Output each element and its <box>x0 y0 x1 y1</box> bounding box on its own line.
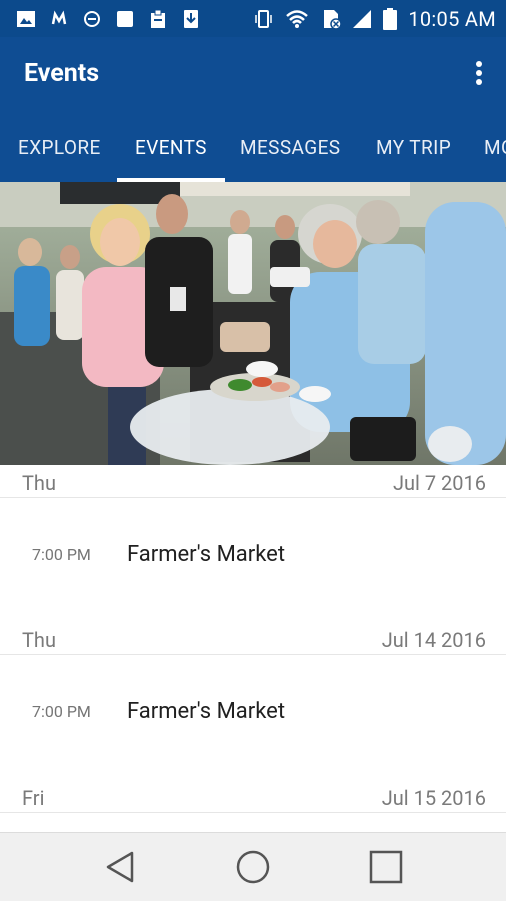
image-icon <box>17 10 35 27</box>
tab-more[interactable]: MO <box>484 114 506 182</box>
event-time: 7:00 PM <box>32 545 91 564</box>
more-vert-icon[interactable] <box>474 61 484 91</box>
navigation-bar <box>0 832 506 901</box>
back-icon[interactable] <box>100 847 140 887</box>
page-title: Events <box>24 59 100 88</box>
date-header-day: Thu <box>22 471 56 495</box>
download-icon <box>184 9 198 28</box>
wifi-icon <box>286 9 309 28</box>
status-bar: 10:05 AM <box>0 0 506 37</box>
hero-image <box>0 182 506 465</box>
vibrate-icon <box>255 9 273 28</box>
tab-my-trip[interactable]: MY TRIP <box>376 114 451 182</box>
recents-icon[interactable] <box>366 847 406 887</box>
date-header: Fri Jul 15 2016 <box>0 780 506 814</box>
date-header: Thu Jul 7 2016 <box>0 465 506 499</box>
date-header-date: Jul 14 2016 <box>381 628 486 652</box>
event-row[interactable]: 7:00 PM Farmer's Market <box>0 498 506 622</box>
clock: 10:05 AM <box>408 6 496 31</box>
date-header-day: Fri <box>22 786 45 810</box>
tab-explore[interactable]: EXPLORE <box>18 114 101 182</box>
record-icon <box>84 10 100 27</box>
date-header: Thu Jul 14 2016 <box>0 622 506 656</box>
square-icon <box>117 10 133 27</box>
app-bar: Events <box>0 37 506 114</box>
m-icon <box>51 9 67 24</box>
date-header-date: Jul 15 2016 <box>381 786 486 810</box>
home-icon[interactable] <box>233 847 273 887</box>
event-row[interactable]: 7:00 PM Farmer's Market <box>0 655 506 779</box>
divider <box>0 812 506 813</box>
farmers-market-photo <box>0 182 506 465</box>
notification-icons <box>0 9 201 29</box>
date-header-date: Jul 7 2016 <box>392 471 486 495</box>
sim-icon <box>324 9 342 29</box>
clipboard-icon <box>151 9 165 28</box>
event-name: Farmer's Market <box>127 542 286 567</box>
battery-icon <box>383 7 398 30</box>
date-header-day: Thu <box>22 628 56 652</box>
tab-messages[interactable]: MESSAGES <box>240 114 340 182</box>
event-list[interactable]: Thu Jul 7 2016 7:00 PM Farmer's Market T… <box>0 465 506 831</box>
signal-icon <box>353 9 372 28</box>
event-time: 7:00 PM <box>32 702 91 721</box>
tab-events[interactable]: EVENTS <box>135 114 207 182</box>
tab-bar: EXPLORE EVENTS MESSAGES MY TRIP MO <box>0 114 506 182</box>
system-icons: 10:05 AM <box>253 7 506 31</box>
event-name: Farmer's Market <box>127 699 286 724</box>
